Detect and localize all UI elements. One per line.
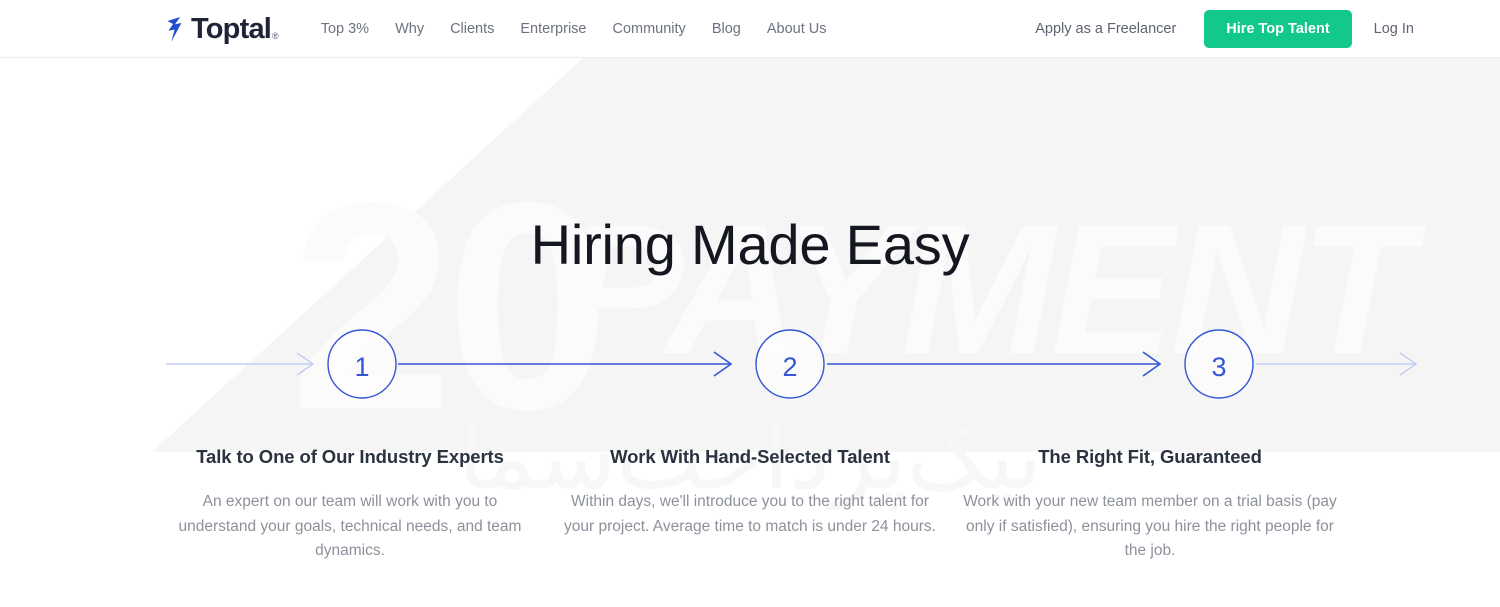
process-step-1-body: An expert on our team will work with you… — [178, 493, 522, 559]
timeline-arrow-1-to-2 — [398, 351, 733, 377]
site-header: Toptal ® Top 3% Why Clients Enterprise C… — [0, 0, 1500, 58]
trademark-symbol: ® — [272, 31, 279, 41]
toptal-wordmark: Toptal — [191, 13, 272, 45]
nav-link-clients[interactable]: Clients — [450, 21, 494, 37]
process-step-3: The Right Fit, Guaranteed Work with your… — [950, 446, 1350, 564]
process-step-3-heading: The Right Fit, Guaranteed — [1038, 446, 1262, 467]
timeline-arrow-trailing — [1256, 352, 1418, 376]
toptal-logo-link[interactable]: Toptal ® — [166, 13, 279, 45]
timeline-node-2-number: 2 — [782, 352, 797, 382]
process-step-1: Talk to One of Our Industry Experts An e… — [150, 446, 550, 564]
log-in-link[interactable]: Log In — [1374, 21, 1414, 37]
process-step-2: Work With Hand-Selected Talent Within da… — [550, 446, 950, 564]
timeline-node-1-number: 1 — [354, 352, 369, 382]
nav-link-community[interactable]: Community — [612, 21, 685, 37]
main-navigation: Top 3% Why Clients Enterprise Community … — [321, 21, 827, 37]
header-inner: Toptal ® Top 3% Why Clients Enterprise C… — [0, 0, 1500, 58]
timeline-node-3: 3 — [1184, 329, 1254, 399]
process-timeline: 1 2 3 — [166, 329, 1418, 399]
page-title: Hiring Made Easy — [530, 213, 970, 276]
process-step-2-heading: Work With Hand-Selected Talent — [610, 446, 890, 467]
header-actions: Apply as a Freelancer Hire Top Talent Lo… — [1035, 9, 1414, 48]
nav-link-blog[interactable]: Blog — [712, 21, 741, 37]
process-step-2-body: Within days, we'll introduce you to the … — [564, 493, 936, 535]
nav-link-about-us[interactable]: About Us — [767, 21, 827, 37]
nav-link-top-3-percent[interactable]: Top 3% — [321, 21, 369, 37]
process-step-1-heading: Talk to One of Our Industry Experts — [196, 446, 504, 467]
timeline-arrow-leading — [166, 352, 315, 376]
timeline-node-2: 2 — [755, 329, 825, 399]
toptal-bolt-icon — [167, 17, 182, 42]
apply-as-freelancer-link[interactable]: Apply as a Freelancer — [1035, 21, 1176, 37]
process-steps: Talk to One of Our Industry Experts An e… — [0, 446, 1500, 564]
timeline-node-1: 1 — [327, 329, 397, 399]
hiring-process-section: 20 PAYMENT نیک‌پرداخت‌شما Hiring Made Ea… — [0, 58, 1500, 607]
timeline-node-3-number: 3 — [1211, 352, 1226, 382]
hire-top-talent-button[interactable]: Hire Top Talent — [1204, 9, 1352, 48]
timeline-arrow-2-to-3 — [827, 351, 1162, 377]
nav-link-enterprise[interactable]: Enterprise — [520, 21, 586, 37]
process-step-3-body: Work with your new team member on a tria… — [963, 493, 1337, 559]
nav-link-why[interactable]: Why — [395, 21, 424, 37]
